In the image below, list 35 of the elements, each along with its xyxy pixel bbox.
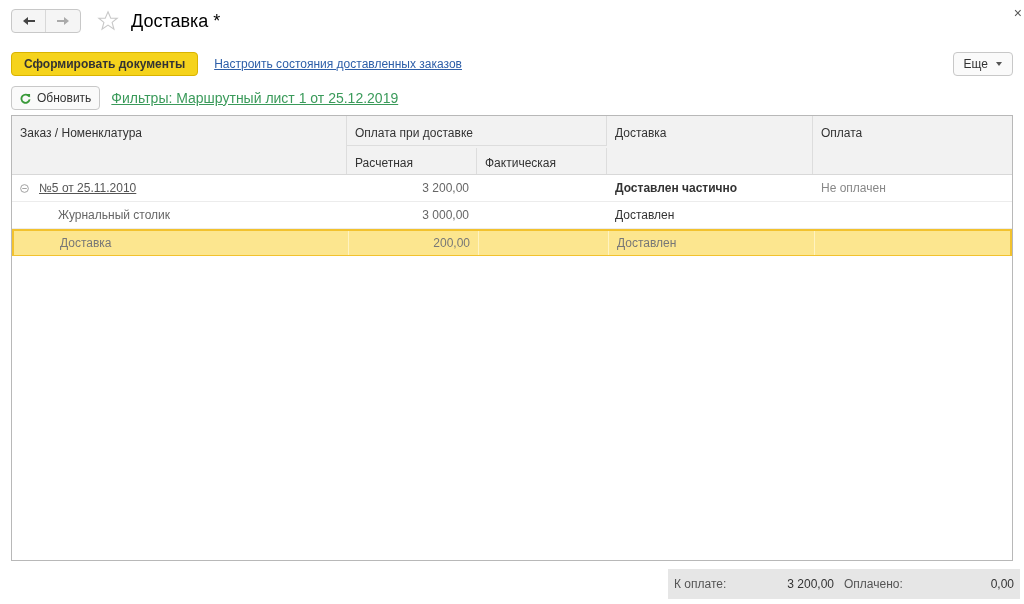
column-header[interactable]: Фактическая bbox=[477, 148, 607, 174]
left-arrow-icon bbox=[22, 16, 35, 26]
table-cell-text: Доставлен bbox=[617, 235, 677, 252]
column-header[interactable]: Оплата bbox=[813, 116, 1012, 174]
column-header[interactable]: Заказ / Номенклатура bbox=[12, 116, 347, 174]
to-pay-value: 3 200,00 bbox=[786, 576, 834, 593]
configure-states-link[interactable]: Настроить состояния доставленных заказов bbox=[214, 55, 462, 73]
window-title: Доставка * bbox=[131, 9, 221, 33]
paid-value: 0,00 bbox=[990, 576, 1014, 593]
table-row[interactable]: №5 от 25.11.2010 3 200,00 Доставлен частично Не оплачен bbox=[12, 175, 1012, 202]
right-arrow-icon bbox=[57, 16, 69, 26]
column-header[interactable]: Доставка bbox=[607, 116, 813, 174]
table-cell-text: 3 000,00 bbox=[422, 207, 469, 224]
star-icon[interactable] bbox=[97, 10, 119, 32]
table-cell-text: Журнальный столик bbox=[58, 207, 171, 224]
caret-icon bbox=[996, 62, 1002, 66]
column-header[interactable]: Расчетная bbox=[347, 148, 477, 174]
table-cell-text: 200,00 bbox=[433, 235, 470, 252]
table-cell-text: Доставка bbox=[60, 235, 112, 252]
column-header[interactable]: Оплата при доставке bbox=[347, 116, 607, 146]
table-row[interactable]: Доставка 200,00 Доставлен bbox=[12, 229, 1012, 256]
table-cell-text: 3 200,00 bbox=[422, 180, 469, 197]
filter-link[interactable]: Фильтры: Маршрутный лист 1 от 25.12.2019 bbox=[111, 87, 399, 109]
collapse-icon[interactable] bbox=[20, 183, 29, 193]
close-button[interactable]: × bbox=[1013, 6, 1022, 20]
generate-documents-button[interactable]: Сформировать документы bbox=[11, 52, 199, 76]
table-cell-text: Доставлен частично bbox=[615, 180, 738, 197]
refresh-icon bbox=[20, 92, 31, 104]
table-cell-text: Не оплачен bbox=[821, 180, 886, 197]
table-cell-text: Доставлен bbox=[615, 207, 675, 224]
more-button[interactable]: Еще bbox=[952, 52, 1013, 76]
order-link[interactable]: №5 от 25.11.2010 bbox=[39, 179, 137, 197]
to-pay-label: К оплате: bbox=[674, 576, 728, 593]
paid-label: Оплачено: bbox=[844, 576, 903, 593]
refresh-button[interactable]: Обновить bbox=[11, 86, 101, 110]
